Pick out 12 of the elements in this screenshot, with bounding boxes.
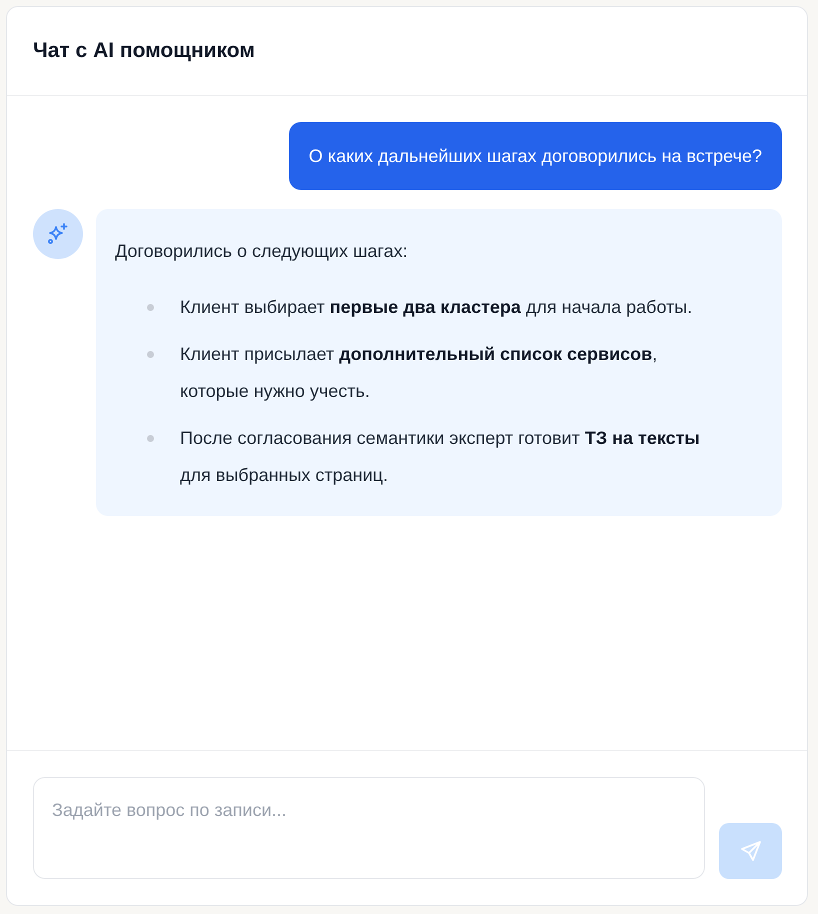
bullet-icon bbox=[147, 304, 154, 311]
sparkle-icon bbox=[46, 222, 70, 246]
user-message: О каких дальнейших шагах договорились на встрече? bbox=[288, 122, 782, 190]
list-item-text: После согласования семантики эксперт готовит ТЗ на тексты для выбранных страниц. bbox=[180, 427, 701, 487]
bullet-icon bbox=[147, 435, 154, 442]
assistant-intro-text: Договорились о следующих шагах: bbox=[115, 240, 409, 263]
question-input-field[interactable]: Задайте вопрос по записи... bbox=[33, 777, 705, 879]
list-item-text: Клиент выбирает первые два кластера для начала работы. bbox=[180, 296, 694, 319]
bullet-icon bbox=[147, 351, 154, 358]
list-item-text: Клиент присылает дополнительный список сервисов, которые нужно учесть. bbox=[180, 343, 658, 403]
chat-title: Чат с AI помощником bbox=[33, 39, 255, 63]
send-icon bbox=[738, 839, 762, 863]
